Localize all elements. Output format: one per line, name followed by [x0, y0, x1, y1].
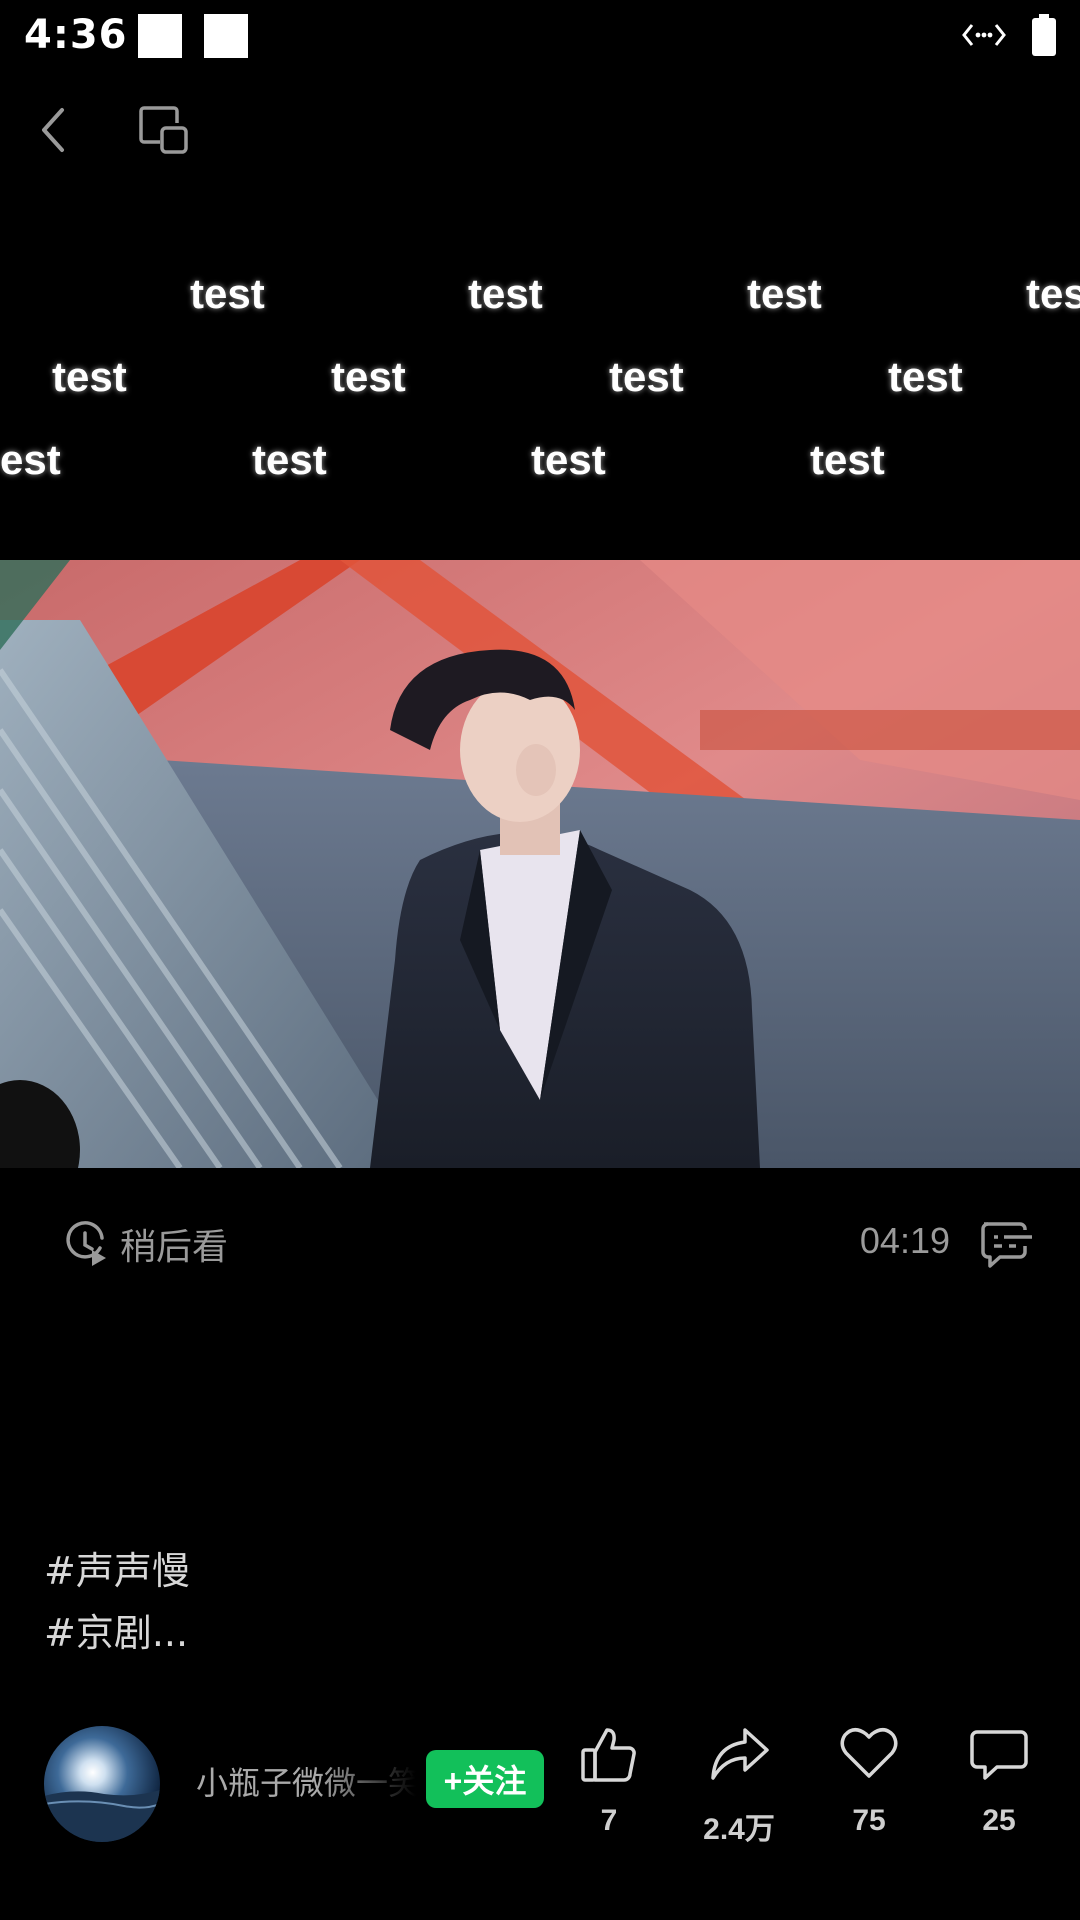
danmaku-button[interactable]	[976, 1214, 1036, 1274]
video-detail-screen: 4:36 test test test tes test test test t…	[0, 0, 1080, 1920]
watermark-text: test	[331, 353, 406, 400]
video-duration: 04:19	[859, 1220, 950, 1261]
watermark-text: test	[468, 270, 543, 317]
battery-icon	[1032, 14, 1056, 60]
watermark-text: test	[531, 436, 606, 483]
chevron-left-icon	[42, 108, 64, 152]
thumbs-up-icon	[581, 1728, 636, 1782]
watermark-text: test	[252, 436, 327, 483]
avatar[interactable]	[44, 1726, 160, 1842]
avatar-image	[44, 1726, 160, 1842]
watermark-text: est	[0, 436, 61, 483]
picture-in-picture-icon	[139, 106, 188, 154]
watch-later-button[interactable]: 稍后看	[62, 1216, 228, 1272]
watermark-text: test	[190, 270, 265, 317]
danmaku-icon	[981, 1222, 1032, 1268]
watermark-text: test	[52, 353, 127, 400]
watermark-text: test	[609, 353, 684, 400]
back-button[interactable]	[24, 100, 84, 160]
notification-square-icon	[204, 14, 248, 58]
watermark-row: est test test test	[0, 436, 1080, 506]
watermark-row: test test test test	[0, 353, 1080, 423]
clock-play-icon	[66, 1221, 106, 1266]
comment-bubble-icon	[970, 1730, 1028, 1780]
watermark-text: test	[810, 436, 885, 483]
status-right-icons	[962, 14, 1056, 60]
comment-count: 25	[982, 1804, 1016, 1837]
favorite-button[interactable]: 75	[814, 1718, 924, 1838]
hashtag-link[interactable]: #声声慢	[44, 1540, 190, 1602]
notification-square-icon	[138, 14, 182, 58]
hashtag-link[interactable]: #京剧...	[44, 1602, 190, 1664]
watermark-text: test	[747, 270, 822, 317]
author-name[interactable]: 小瓶子微微一笑	[196, 1758, 416, 1804]
watermark-row: test test test tes	[0, 270, 1080, 340]
status-time: 4:36	[24, 12, 128, 58]
watch-later-label: 稍后看	[120, 1227, 229, 1268]
like-button[interactable]: 7	[554, 1718, 664, 1838]
like-count: 7	[600, 1804, 618, 1837]
heart-icon	[840, 1728, 898, 1778]
comment-button[interactable]: 25	[944, 1718, 1054, 1838]
share-arrow-icon	[711, 1728, 769, 1780]
share-count: 2.4万	[703, 1813, 775, 1846]
follow-button[interactable]: +关注	[426, 1750, 544, 1808]
watermark-text: tes	[1026, 270, 1080, 317]
hashtag-list: #声声慢 #京剧...	[44, 1540, 190, 1664]
pip-button[interactable]	[134, 100, 194, 160]
favorite-count: 75	[852, 1804, 886, 1837]
vpn-arrows-icon	[962, 20, 1006, 54]
watermark-text: test	[888, 353, 963, 400]
share-button[interactable]: 2.4万	[684, 1718, 794, 1848]
video-frame-image	[0, 560, 1080, 1168]
video-player[interactable]	[0, 560, 1080, 1168]
